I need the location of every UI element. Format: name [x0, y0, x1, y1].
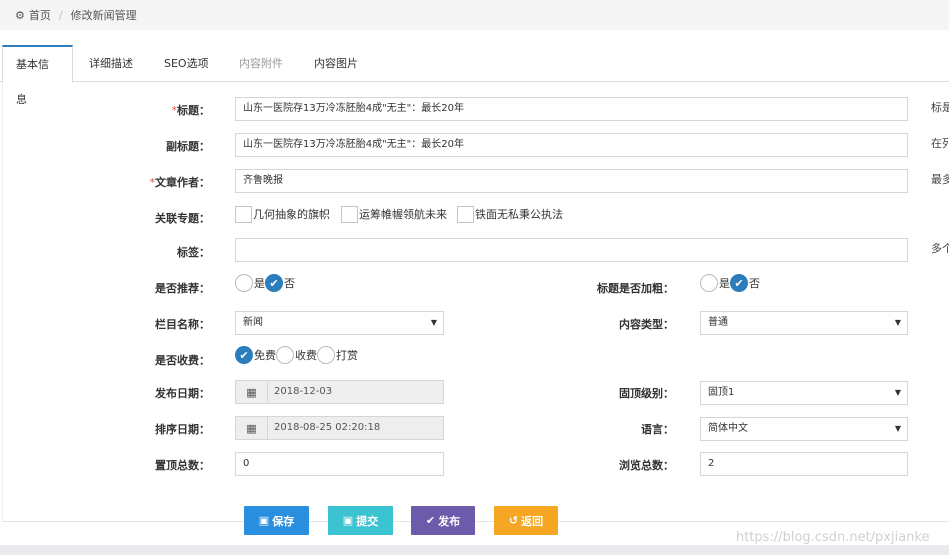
sort-date-field[interactable]: ▦ 2018-08-25 02:20:18: [235, 416, 444, 440]
caret-down-icon: ▼: [894, 424, 901, 433]
breadcrumb-current: 修改新闻管理: [70, 9, 137, 22]
radio-icon[interactable]: [276, 346, 294, 364]
author-input[interactable]: 齐鲁晚报: [235, 169, 908, 193]
bold-no-option[interactable]: ✔ 否: [730, 274, 760, 292]
check-icon: ✔: [425, 514, 436, 527]
recommend-label: 是否推荐：: [155, 282, 210, 295]
dashboard-icon: ⚙: [15, 8, 25, 22]
bold-radio-group: 是 ✔ 否: [700, 274, 760, 292]
publish-date-label: 发布日期：: [155, 387, 210, 400]
language-label: 语言：: [641, 423, 674, 436]
topic-checkbox[interactable]: 几何抽象的旗帜: [235, 205, 330, 223]
top-count-input[interactable]: 0: [235, 452, 444, 476]
publish-button[interactable]: ✔ 发布: [411, 506, 475, 535]
publish-date-field[interactable]: ▦ 2018-12-03: [235, 380, 444, 404]
view-count-label: 浏览总数：: [619, 459, 674, 472]
back-button[interactable]: ↺ 返回: [494, 506, 558, 535]
tab-bar: 基本信息 详细描述 SEO选项 内容附件 内容图片: [0, 45, 949, 106]
recommend-yes-option[interactable]: 是: [235, 274, 265, 292]
checkbox-box[interactable]: [457, 205, 474, 223]
tab-seo-options[interactable]: SEO选项: [151, 45, 222, 82]
calendar-icon[interactable]: ▦: [236, 381, 268, 403]
title-label: *标题：: [171, 104, 211, 117]
checkmark-icon[interactable]: ✔: [235, 346, 253, 364]
column-select[interactable]: 新闻 ▼: [235, 311, 444, 335]
fee-paid-option[interactable]: 收费: [276, 346, 317, 364]
save-icon: ▣: [258, 514, 270, 527]
view-count-input[interactable]: 2: [700, 452, 908, 476]
radio-icon[interactable]: [235, 274, 253, 292]
bold-title-label: 标题是否加粗：: [597, 282, 674, 295]
checkbox-box[interactable]: [341, 205, 358, 223]
fee-radio-group: ✔ 免费 收费 打赏: [235, 346, 358, 364]
recommend-radio-group: 是 ✔ 否: [235, 274, 295, 292]
language-select[interactable]: 简体中文 ▼: [700, 417, 908, 441]
calendar-icon[interactable]: ▦: [236, 417, 268, 439]
radio-icon[interactable]: [317, 346, 335, 364]
fee-tip-option[interactable]: 打赏: [317, 346, 358, 364]
breadcrumb-separator: /: [58, 8, 63, 22]
watermark: https://blog.csdn.net/pxjianke: [736, 530, 930, 545]
top-count-label: 置顶总数：: [155, 459, 210, 472]
submit-button[interactable]: ▣ 提交: [328, 506, 393, 535]
checkbox-box[interactable]: [235, 205, 252, 223]
column-label: 栏目名称：: [155, 318, 210, 331]
breadcrumb: ⚙ 首页 / 修改新闻管理: [0, 0, 949, 30]
title-hint: 标是: [931, 101, 949, 114]
sort-date-label: 排序日期：: [155, 423, 210, 436]
subtitle-hint: 在列: [931, 137, 949, 150]
save-icon: ▣: [342, 514, 354, 527]
checkmark-icon[interactable]: ✔: [730, 274, 748, 292]
caret-down-icon: ▼: [894, 388, 901, 397]
tags-hint: 多个: [931, 242, 949, 255]
tab-content-images[interactable]: 内容图片: [301, 45, 371, 82]
fee-label: 是否收费：: [155, 354, 210, 367]
caret-down-icon: ▼: [430, 318, 437, 327]
tags-input[interactable]: [235, 238, 908, 262]
save-button[interactable]: ▣ 保存: [244, 506, 309, 535]
recommend-no-option[interactable]: ✔ 否: [265, 274, 295, 292]
subtitle-input[interactable]: 山东一医院存13万冷冻胚胎4成"无主"：最长20年: [235, 133, 908, 157]
tab-basic-info[interactable]: 基本信息: [2, 45, 73, 106]
breadcrumb-home[interactable]: 首页: [29, 7, 51, 23]
main-panel: 基本信息 详细描述 SEO选项 内容附件 内容图片 *标题： 山东一医院存13万…: [0, 30, 949, 545]
checkmark-icon[interactable]: ✔: [265, 274, 283, 292]
topics-label: 关联专题：: [155, 212, 210, 225]
topic-checkbox[interactable]: 铁面无私秉公执法: [457, 205, 563, 223]
tab-detail-description[interactable]: 详细描述: [76, 45, 146, 82]
tags-label: 标签：: [177, 246, 210, 259]
tab-content-attachments[interactable]: 内容附件: [226, 45, 296, 82]
pin-level-select[interactable]: 固顶1 ▼: [700, 381, 908, 405]
pin-level-label: 固顶级别：: [619, 387, 674, 400]
undo-icon: ↺: [508, 514, 519, 527]
author-hint: 最多: [931, 173, 949, 186]
content-type-select[interactable]: 普通 ▼: [700, 311, 908, 335]
radio-icon[interactable]: [700, 274, 718, 292]
bold-yes-option[interactable]: 是: [700, 274, 730, 292]
content-type-label: 内容类型：: [619, 318, 674, 331]
author-label: *文章作者：: [149, 176, 211, 189]
title-input[interactable]: 山东一医院存13万冷冻胚胎4成"无主"：最长20年: [235, 97, 908, 121]
bottom-bar: [0, 545, 949, 555]
caret-down-icon: ▼: [894, 318, 901, 327]
topic-checkbox[interactable]: 运筹帷幄领航未来: [341, 205, 447, 223]
subtitle-label: 副标题：: [166, 140, 210, 153]
fee-free-option[interactable]: ✔ 免费: [235, 346, 276, 364]
